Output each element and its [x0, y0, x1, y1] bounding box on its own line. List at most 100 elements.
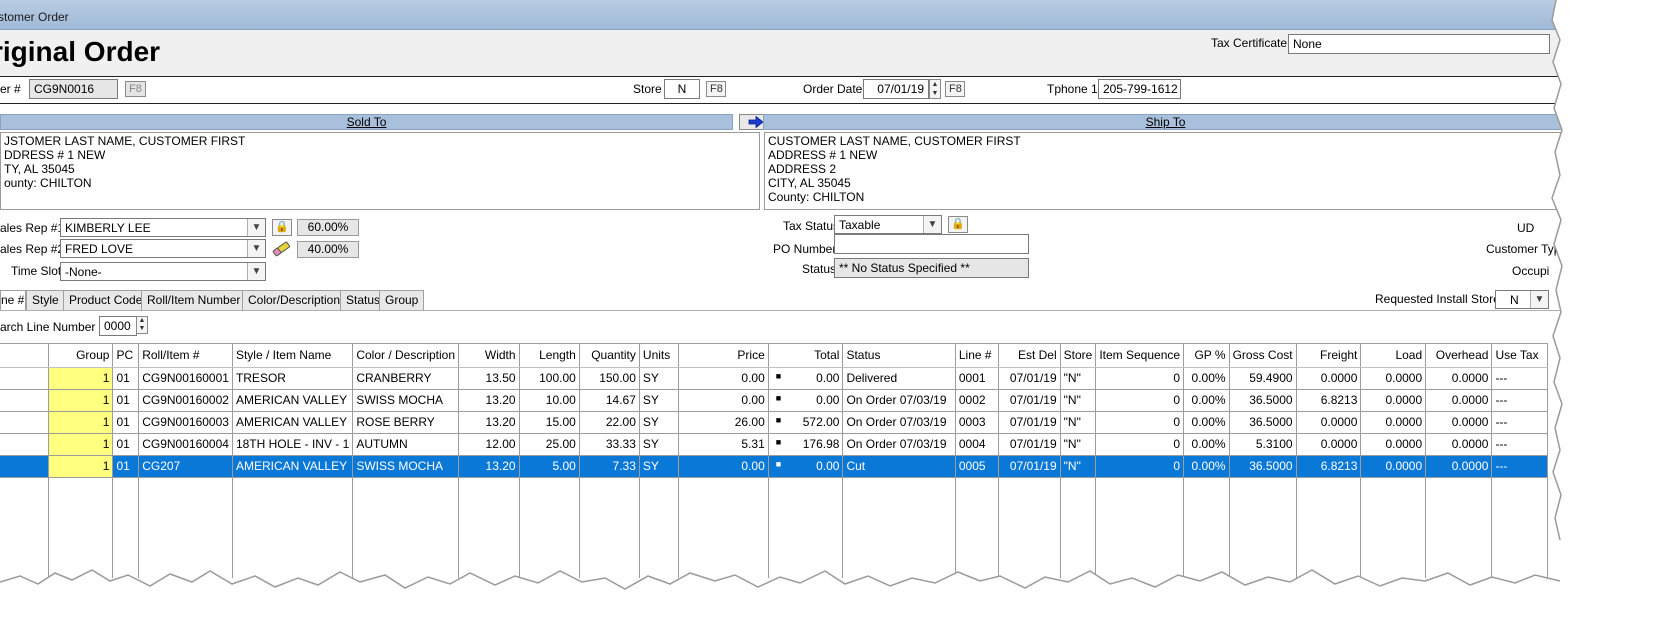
cell-gross-cost[interactable]: 36.5000: [1229, 411, 1297, 434]
row-selector[interactable]: [0, 411, 50, 434]
tax-certificate-field[interactable]: None: [1288, 34, 1550, 54]
cell-line-number[interactable]: 0004: [955, 433, 1000, 456]
cell-group[interactable]: 1: [48, 389, 114, 412]
install-store-select[interactable]: N ▼: [1495, 290, 1549, 309]
table-row[interactable]: 1 01 CG9N00160002 AMERICAN VALLEY SWISS MOCH…: [0, 389, 1548, 412]
cell-line-number[interactable]: 0002: [955, 389, 1000, 412]
table-row[interactable]: 1 01 CG9N00160004 18TH HOLE - INV - 1 AUTUMN…: [0, 433, 1548, 456]
cell-length[interactable]: 10.00: [519, 389, 580, 412]
cell-width[interactable]: 12.00: [458, 433, 520, 456]
order-date-f8-button[interactable]: F8: [945, 81, 965, 97]
cell-status[interactable]: Cut: [842, 455, 956, 478]
grid-header[interactable]: GP %: [1183, 344, 1230, 368]
cell-overhead[interactable]: 0.0000: [1425, 367, 1493, 390]
cell-store[interactable]: "N": [1060, 433, 1097, 456]
sales-rep-1-percent[interactable]: 60.00%: [297, 219, 359, 236]
grid-header[interactable]: Status: [842, 344, 956, 368]
cell-overhead[interactable]: 0.0000: [1425, 433, 1493, 456]
cell-roll-item[interactable]: CG9N00160003: [138, 411, 233, 434]
cell-load[interactable]: 0.0000: [1360, 455, 1427, 478]
cell-pc[interactable]: 01: [112, 367, 140, 390]
cell-load[interactable]: 0.0000: [1360, 367, 1427, 390]
tab-group[interactable]: Group: [379, 290, 425, 310]
cell-quantity[interactable]: 22.00: [579, 411, 640, 434]
cell-pc[interactable]: 01: [112, 389, 140, 412]
tab-product-code[interactable]: Product Code: [63, 290, 149, 310]
cell-pc[interactable]: 01: [112, 433, 140, 456]
cell-color[interactable]: SWISS MOCHA: [352, 455, 460, 478]
cell-use-tax[interactable]: ---: [1491, 389, 1548, 412]
order-status-field[interactable]: ** No Status Specified **: [834, 258, 1029, 278]
sales-rep-2-select[interactable]: FRED LOVE ▼: [60, 239, 266, 258]
tab-line-number[interactable]: ne #: [0, 290, 26, 311]
cell-gross-cost[interactable]: 59.4900: [1229, 367, 1297, 390]
cell-color[interactable]: ROSE BERRY: [352, 411, 460, 434]
cell-freight[interactable]: 0.0000: [1296, 367, 1362, 390]
pencil-eraser-icon[interactable]: [272, 239, 294, 259]
chevron-down-icon[interactable]: ▼: [247, 219, 265, 236]
cell-est-del[interactable]: 07/01/19: [998, 367, 1061, 390]
cell-units[interactable]: SY: [639, 411, 680, 434]
grid-header[interactable]: Roll/Item #: [138, 344, 233, 368]
cell-status[interactable]: On Order 07/03/19: [842, 389, 956, 412]
cell-width[interactable]: 13.20: [458, 411, 520, 434]
date-spinner-icon[interactable]: ▲ ▼: [929, 79, 941, 99]
grid-header[interactable]: Est Del: [998, 344, 1061, 368]
grid-header[interactable]: Use Tax: [1491, 344, 1548, 368]
cell-total[interactable]: ■ 572.00: [768, 411, 844, 434]
cell-overhead[interactable]: 0.0000: [1425, 411, 1493, 434]
cell-freight[interactable]: 0.0000: [1296, 411, 1362, 434]
spinner-icon[interactable]: ▲ ▼: [136, 316, 148, 334]
cell-pc[interactable]: 01: [112, 455, 140, 478]
cell-freight[interactable]: 6.8213: [1296, 389, 1362, 412]
cell-store[interactable]: "N": [1060, 411, 1097, 434]
cell-line-number[interactable]: 0003: [955, 411, 1000, 434]
grid-header[interactable]: Freight: [1296, 344, 1362, 368]
table-row[interactable]: 1 01 CG9N00160001 TRESOR CRANBERRY 13.50 100.0…: [0, 367, 1548, 390]
cell-status[interactable]: Delivered: [842, 367, 956, 390]
cell-color[interactable]: CRANBERRY: [352, 367, 460, 390]
grid-header[interactable]: Group: [48, 344, 114, 368]
cell-length[interactable]: 25.00: [519, 433, 580, 456]
cell-width[interactable]: 13.50: [458, 367, 520, 390]
store-f8-button[interactable]: F8: [706, 81, 726, 97]
cell-group[interactable]: 1: [48, 455, 114, 478]
grid-header[interactable]: Load: [1360, 344, 1427, 368]
cell-quantity[interactable]: 150.00: [579, 367, 640, 390]
cell-overhead[interactable]: 0.0000: [1425, 455, 1493, 478]
time-slot-select[interactable]: -None- ▼: [60, 262, 266, 281]
cell-use-tax[interactable]: ---: [1491, 367, 1548, 390]
grid-header[interactable]: Quantity: [579, 344, 640, 368]
cell-quantity[interactable]: 33.33: [579, 433, 640, 456]
cell-gross-cost[interactable]: 36.5000: [1229, 455, 1297, 478]
store-field[interactable]: N: [664, 79, 700, 99]
cell-item-sequence[interactable]: 0: [1095, 367, 1185, 390]
cell-group[interactable]: 1: [48, 367, 114, 390]
cell-style[interactable]: TRESOR: [232, 367, 354, 390]
cell-est-del[interactable]: 07/01/19: [998, 389, 1061, 412]
grid-header[interactable]: Line #: [955, 344, 1000, 368]
lock-icon[interactable]: 🔒: [272, 219, 292, 236]
row-selector[interactable]: [0, 433, 50, 456]
cell-group[interactable]: 1: [48, 433, 114, 456]
search-line-field[interactable]: 0000: [99, 316, 137, 336]
cell-use-tax[interactable]: ---: [1491, 411, 1548, 434]
cell-store[interactable]: "N": [1060, 367, 1097, 390]
chevron-down-icon[interactable]: ▼: [247, 263, 265, 280]
cell-length[interactable]: 5.00: [519, 455, 580, 478]
cell-load[interactable]: 0.0000: [1360, 411, 1427, 434]
cell-style[interactable]: AMERICAN VALLEY: [232, 455, 354, 478]
cell-overhead[interactable]: 0.0000: [1425, 389, 1493, 412]
cell-gp-percent[interactable]: 0.00%: [1183, 411, 1230, 434]
cell-use-tax[interactable]: ---: [1491, 433, 1548, 456]
row-selector[interactable]: [0, 367, 50, 390]
chevron-down-icon[interactable]: ▼: [247, 240, 265, 257]
cell-gp-percent[interactable]: 0.00%: [1183, 367, 1230, 390]
row-selector[interactable]: [0, 389, 50, 412]
cell-roll-item[interactable]: CG9N00160004: [138, 433, 233, 456]
cell-roll-item[interactable]: CG9N00160001: [138, 367, 233, 390]
cell-length[interactable]: 15.00: [519, 411, 580, 434]
cell-item-sequence[interactable]: 0: [1095, 389, 1185, 412]
grid-header[interactable]: Units: [639, 344, 680, 368]
sales-rep-2-percent[interactable]: 40.00%: [297, 241, 359, 258]
